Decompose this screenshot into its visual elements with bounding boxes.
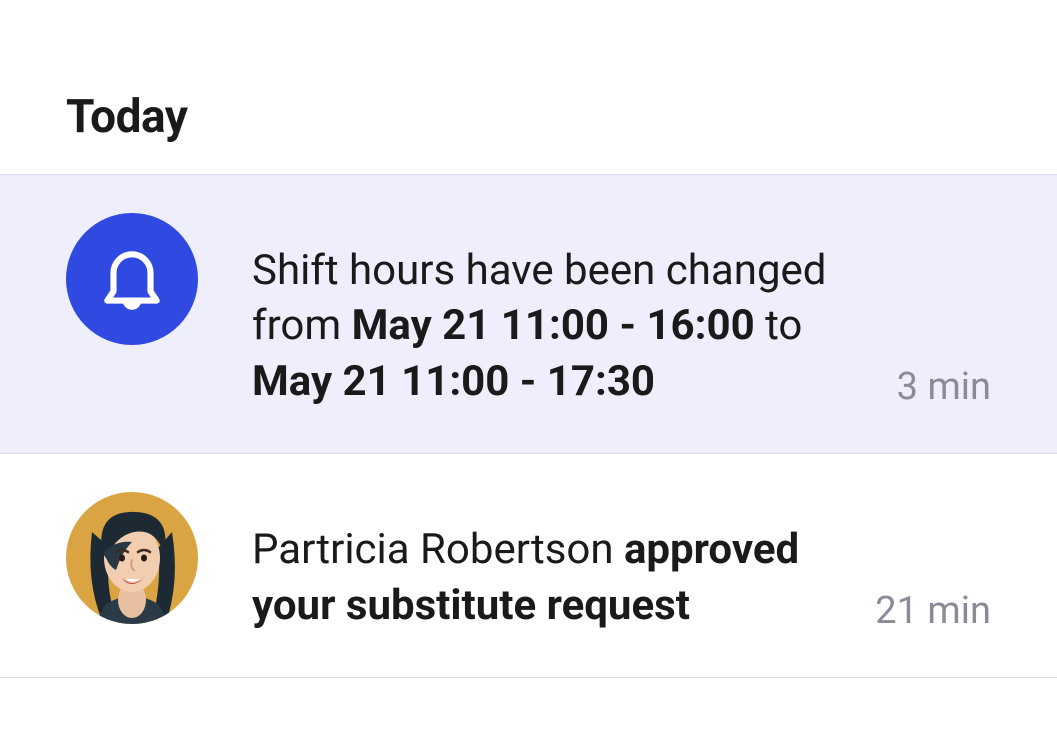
message-bold: May 21 11:00 - 17:30 [252,357,655,406]
notification-item[interactable]: Partricia Robertson approved your substi… [0,454,1057,678]
section-title: Today [66,90,991,144]
message-text: to [755,301,803,350]
notification-list: Shift hours have been changed from May 2… [0,174,1057,678]
notification-time: 3 min [897,365,991,409]
message-bold: May 21 11:00 - 16:00 [352,301,755,350]
bell-icon [66,213,198,345]
avatar [66,492,198,624]
notification-message: Partricia Robertson approved your substi… [252,522,872,633]
notification-body: Shift hours have been changed from May 2… [252,243,991,409]
section-header: Today [0,0,1057,174]
message-text: Partricia Robertson [252,525,624,574]
notification-panel: Today Shift hours have been changed from… [0,0,1057,756]
notification-item[interactable]: Shift hours have been changed from May 2… [0,174,1057,454]
notification-message: Shift hours have been changed from May 2… [252,243,872,409]
notification-time: 21 min [875,589,991,633]
